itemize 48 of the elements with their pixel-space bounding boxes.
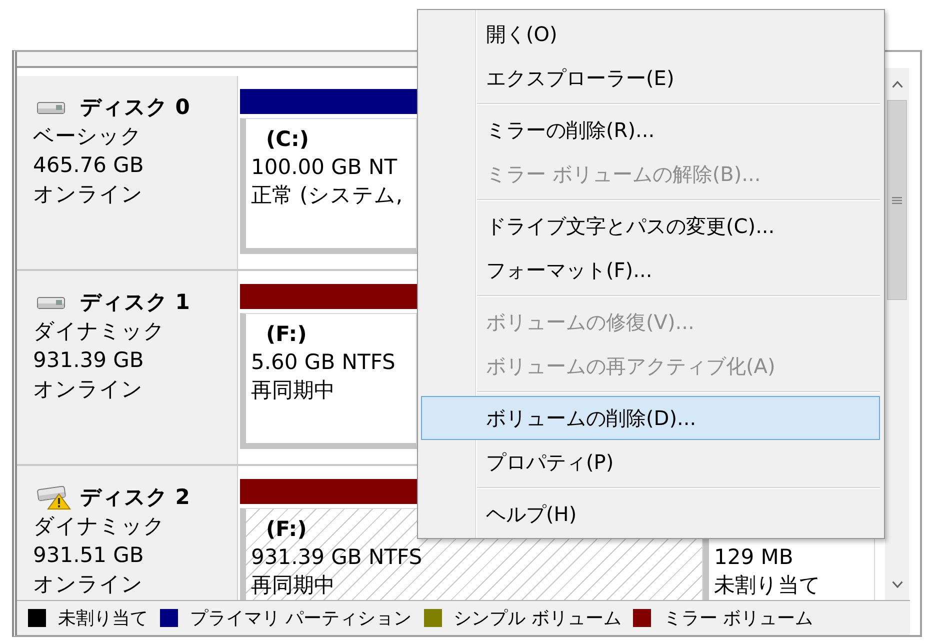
volume-status: 再同期中 xyxy=(251,377,335,404)
menu-item[interactable]: フォーマット(F)... xyxy=(421,248,880,292)
volume-size: 5.60 GB NTFS xyxy=(251,349,396,376)
legend-label: 未割り当て xyxy=(58,606,148,630)
menu-item[interactable]: ミラーの削除(R)... xyxy=(421,108,880,152)
chevron-up-icon xyxy=(892,80,902,88)
disk-info-panel[interactable]: ディスク 0 ベーシック 465.76 GB オンライン xyxy=(17,76,238,269)
vertical-scrollbar[interactable] xyxy=(885,68,909,600)
menu-item[interactable]: ボリュームの削除(D)... xyxy=(421,396,880,440)
grip-icon xyxy=(892,196,902,204)
volume-status: 正常 (システム, xyxy=(251,182,403,209)
partition-bar[interactable] xyxy=(240,479,417,504)
volume-label: (F:) xyxy=(266,516,307,543)
disk-name: ディスク 2 xyxy=(80,484,190,511)
disk-size: 465.76 GB xyxy=(33,152,144,179)
menu-item[interactable]: エクスプローラー(E) xyxy=(421,56,880,100)
chevron-down-icon xyxy=(892,580,902,588)
volume-size: 129 MB xyxy=(714,544,794,571)
volume-size: 931.39 GB NTFS xyxy=(251,544,422,571)
menu-item[interactable]: プロパティ(P) xyxy=(421,440,880,484)
disk-size: 931.39 GB xyxy=(33,347,144,374)
scrollbar-thumb[interactable] xyxy=(887,100,907,300)
disk-info-panel[interactable]: ディスク 1 ダイナミック 931.39 GB オンライン xyxy=(17,271,238,464)
disk-status: オンライン xyxy=(33,181,143,208)
disk-info-panel[interactable]: ディスク 2 ダイナミック 931.51 GB オンライン xyxy=(17,466,238,600)
volume-status: 再同期中 xyxy=(251,572,335,599)
partition-region[interactable]: (C:) 100.00 GB NT 正常 (システム, xyxy=(240,118,417,254)
legend-label: プライマリ パーティション xyxy=(190,606,412,630)
disk-status: オンライン xyxy=(33,376,143,403)
volume-label: (F:) xyxy=(266,321,307,348)
partition-bar[interactable] xyxy=(240,89,417,114)
disk-size: 931.51 GB xyxy=(33,542,144,569)
disk-name: ディスク 0 xyxy=(80,94,190,121)
volume-label: (C:) xyxy=(266,126,310,153)
disk-name: ディスク 1 xyxy=(80,289,190,316)
pane-splitter[interactable] xyxy=(17,52,417,68)
disk-status: オンライン xyxy=(33,571,143,598)
disk-type: ベーシック xyxy=(33,123,142,150)
partition-bar[interactable] xyxy=(240,284,417,309)
legend-label: シンプル ボリューム xyxy=(454,606,622,630)
menu-item[interactable]: 開く(O) xyxy=(421,12,880,56)
menu-item[interactable]: ドライブ文字とパスの変更(C)... xyxy=(421,204,880,248)
volume-size: 100.00 GB NT xyxy=(251,154,398,181)
legend-label: ミラー ボリューム xyxy=(663,606,814,630)
volume-status: 未割り当て xyxy=(714,572,821,599)
disk-type: ダイナミック xyxy=(33,513,165,540)
partition-region[interactable]: (F:) 5.60 GB NTFS 再同期中 xyxy=(240,313,417,449)
disk-type: ダイナミック xyxy=(33,318,165,345)
